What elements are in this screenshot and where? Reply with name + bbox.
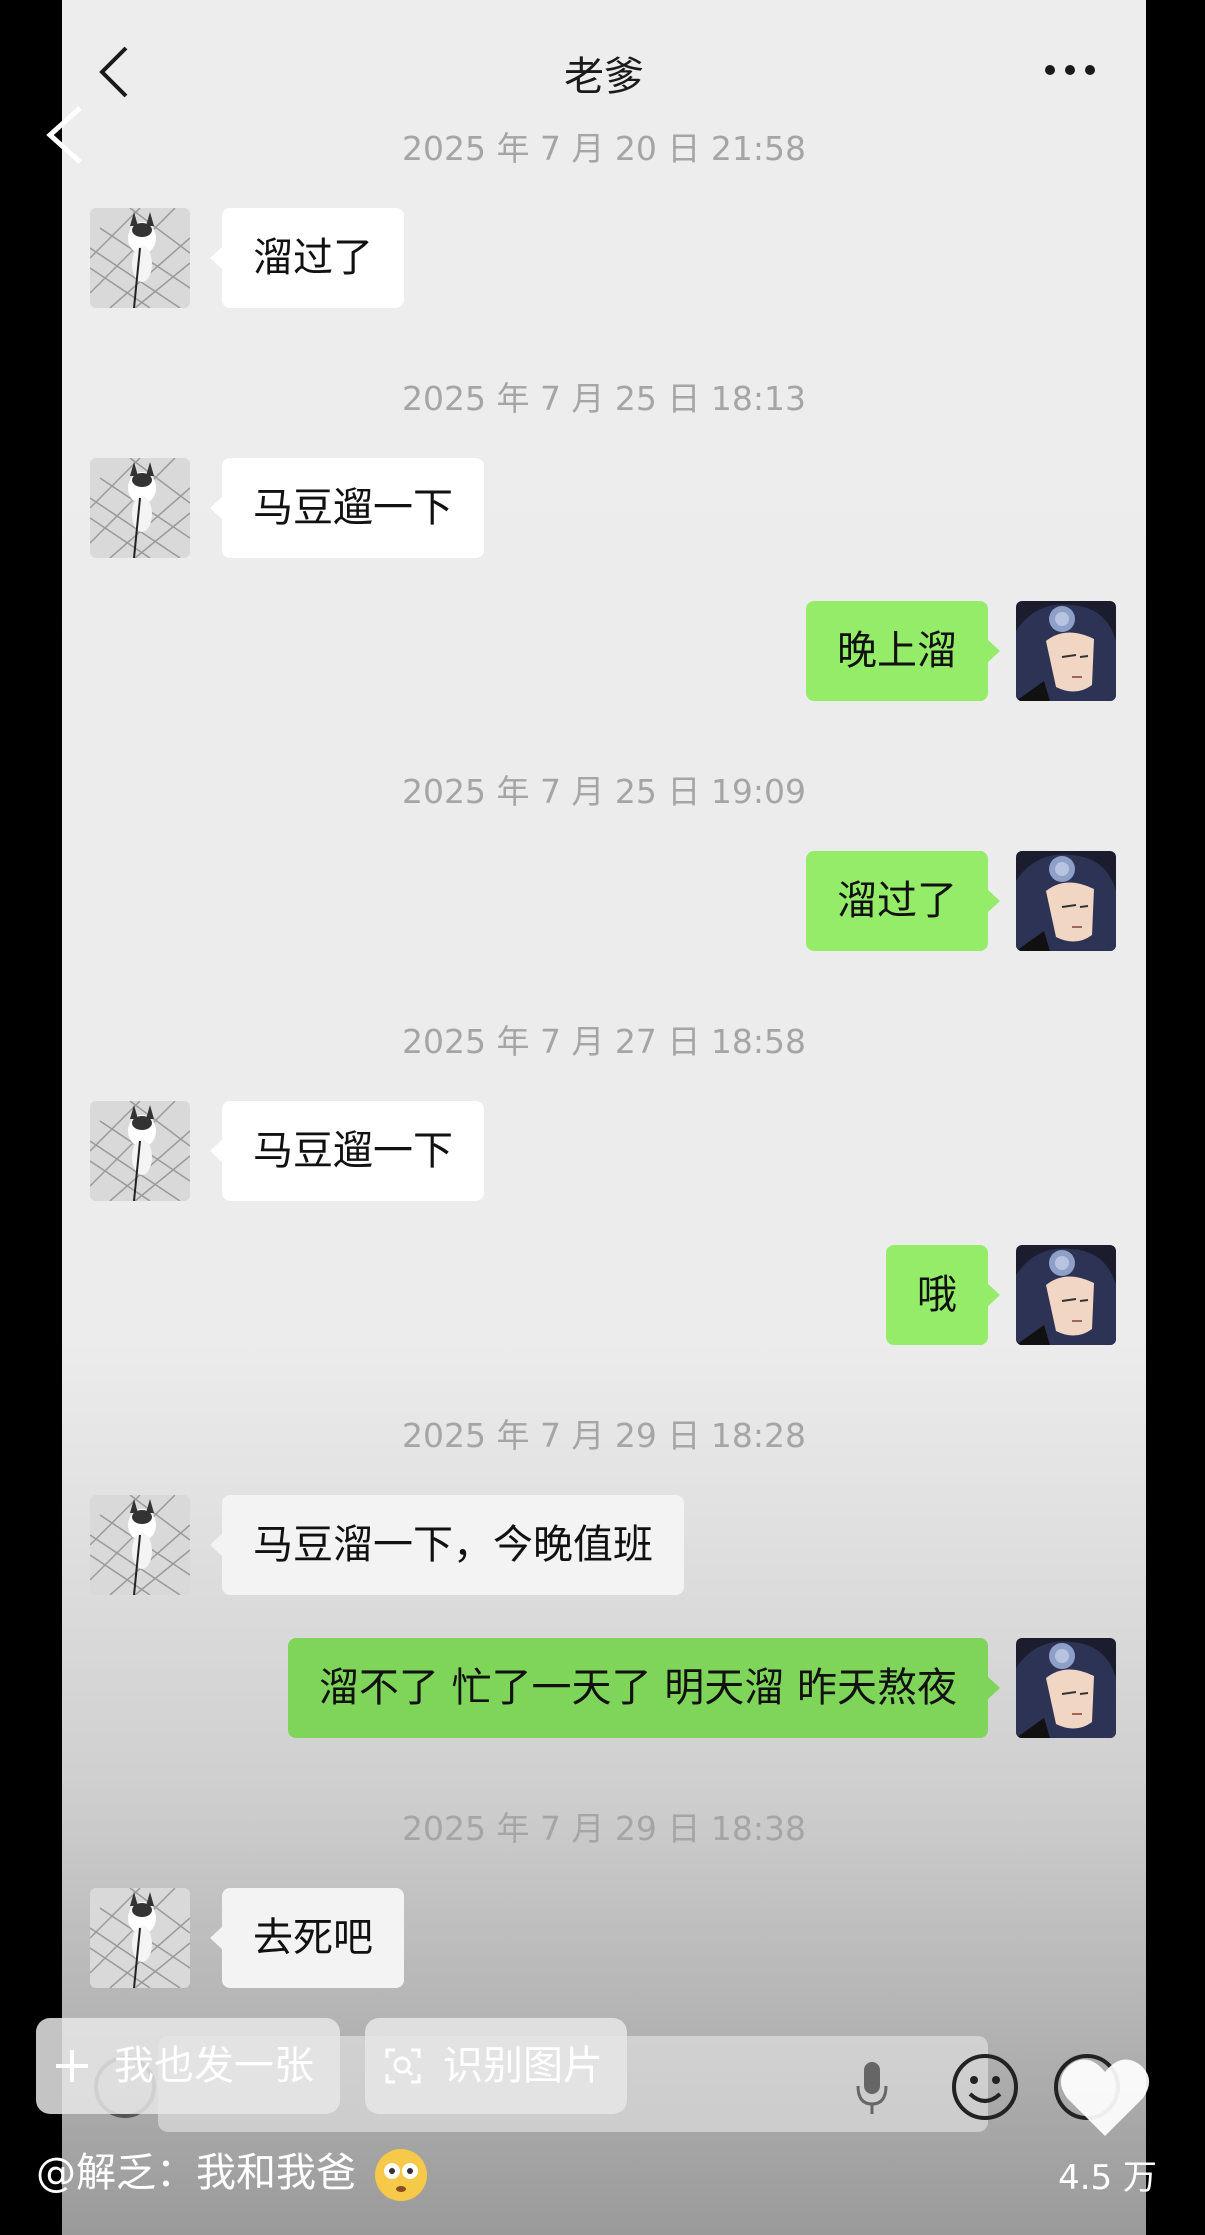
scan-icon [385, 2048, 421, 2084]
outgoing-message: 哦 [62, 1245, 1146, 1345]
outgoing-message: 晚上溜 [62, 601, 1146, 701]
post-caption: @解乏：我和我爸 [36, 2140, 429, 2203]
heart-like-icon[interactable] [1057, 2052, 1153, 2142]
incoming-message: 马豆遛一下 [62, 458, 1146, 558]
message-timestamp: 2025 年 7 月 25 日 19:09 [401, 772, 806, 811]
avatar[interactable] [1016, 1245, 1116, 1345]
incoming-message: 马豆遛一下 [62, 1101, 1146, 1201]
message-bubble[interactable]: 溜过了 [210, 208, 404, 308]
message-timestamp: 2025 年 7 月 29 日 18:38 [401, 1809, 806, 1848]
chat-title: 老爹 [564, 54, 644, 100]
avatar[interactable] [90, 458, 190, 558]
message-timestamp: 2025 年 7 月 27 日 18:58 [401, 1022, 806, 1061]
flushed-face-emoji-icon [374, 2149, 427, 2201]
plus-icon [56, 2050, 88, 2082]
avatar[interactable] [1016, 1638, 1116, 1738]
message-bubble[interactable]: 哦 [886, 1245, 1000, 1345]
outgoing-message: 溜不了 忙了一天了 明天溜 昨天熬夜 [62, 1638, 1146, 1738]
avatar[interactable] [1016, 851, 1116, 951]
message-bubble[interactable]: 溜过了 [806, 851, 1000, 951]
chat-header: 老爹 [62, 0, 1146, 130]
avatar[interactable] [90, 1888, 190, 1988]
message-bubble[interactable]: 马豆溜一下，今晚值班 [210, 1495, 684, 1595]
message-bubble[interactable]: 去死吧 [210, 1888, 404, 1988]
caption-text: @解乏：我和我爸 [36, 2150, 356, 2196]
message-timestamp: 2025 年 7 月 20 日 21:58 [401, 129, 806, 168]
more-dots-icon[interactable] [1040, 50, 1100, 90]
message-bubble[interactable]: 马豆遛一下 [210, 1101, 484, 1201]
like-count: 4.5 万 [1058, 2158, 1157, 2198]
microphone-icon[interactable] [852, 2058, 892, 2118]
post-one-too-label: 我也发一张 [114, 2043, 314, 2089]
avatar[interactable] [90, 1495, 190, 1595]
message-bubble[interactable]: 溜不了 忙了一天了 明天溜 昨天熬夜 [287, 1638, 1001, 1738]
avatar[interactable] [1016, 601, 1116, 701]
post-one-too-button[interactable]: 我也发一张 [36, 2018, 340, 2114]
outgoing-message: 溜过了 [62, 851, 1146, 951]
message-bubble[interactable]: 晚上溜 [806, 601, 1000, 701]
avatar[interactable] [90, 208, 190, 308]
avatar[interactable] [90, 1101, 190, 1201]
message-timestamp: 2025 年 7 月 25 日 18:13 [401, 379, 806, 418]
recognize-image-button[interactable]: 识别图片 [365, 2018, 627, 2114]
emoji-icon[interactable] [950, 2052, 1020, 2122]
incoming-message: 溜过了 [62, 208, 1146, 308]
incoming-message: 去死吧 [62, 1888, 1146, 1988]
message-bubble[interactable]: 马豆遛一下 [210, 458, 484, 558]
screen: 老爹 2025 年 7 月 20 日 21:58 溜过了 2025 年 7 月 25… [0, 0, 1205, 2235]
incoming-message: 马豆溜一下，今晚值班 [62, 1495, 1146, 1595]
recognize-image-label: 识别图片 [443, 2043, 603, 2089]
message-timestamp: 2025 年 7 月 29 日 18:28 [401, 1416, 806, 1455]
